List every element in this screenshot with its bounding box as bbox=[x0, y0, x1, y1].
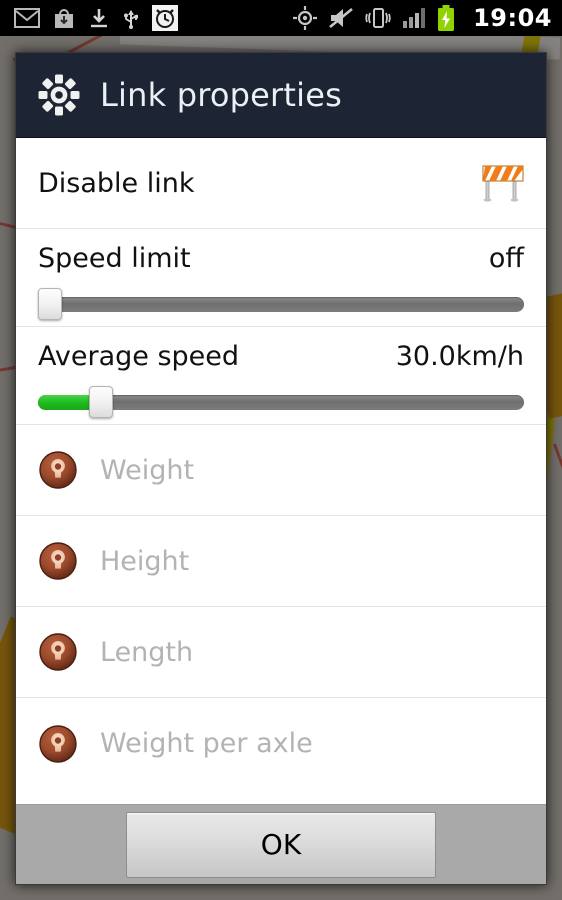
battery-charging-icon bbox=[438, 5, 455, 31]
status-bar-clock: 19:04 bbox=[473, 4, 552, 32]
gps-location-icon bbox=[293, 6, 318, 30]
restriction-bulb-icon bbox=[39, 724, 77, 763]
gmail-icon bbox=[14, 8, 40, 28]
status-bar: 19:04 bbox=[0, 0, 562, 36]
road-barricade-icon[interactable] bbox=[482, 164, 524, 202]
restriction-bulb-icon bbox=[39, 633, 77, 671]
row-height[interactable]: Height bbox=[16, 516, 546, 607]
height-label: Height bbox=[100, 545, 190, 577]
weight-per-axle-label: Weight per axle bbox=[100, 728, 313, 759]
dialog-body: Disable link Speed limit off Average spe… bbox=[16, 138, 546, 804]
speed-limit-slider[interactable] bbox=[38, 288, 524, 320]
gear-icon bbox=[38, 74, 80, 116]
speed-limit-value: off bbox=[488, 243, 524, 274]
row-weight[interactable]: Weight bbox=[16, 425, 546, 516]
speed-limit-label: Speed limit bbox=[38, 243, 191, 274]
dialog-title: Link properties bbox=[100, 76, 342, 114]
restriction-bulb-icon bbox=[39, 451, 77, 489]
length-label: Length bbox=[100, 636, 194, 668]
average-speed-slider[interactable] bbox=[38, 386, 524, 418]
row-length[interactable]: Length bbox=[16, 607, 546, 698]
disable-link-label: Disable link bbox=[38, 167, 195, 199]
row-average-speed[interactable]: Average speed 30.0km/h bbox=[16, 327, 546, 425]
dialog-footer: OK bbox=[16, 804, 546, 884]
average-speed-value: 30.0km/h bbox=[395, 341, 524, 372]
link-properties-dialog: Link properties Disable link Speed limit… bbox=[15, 52, 547, 885]
volume-muted-icon bbox=[329, 7, 353, 29]
download-icon bbox=[91, 9, 107, 28]
alarm-clock-icon bbox=[152, 5, 178, 31]
average-speed-label: Average speed bbox=[38, 341, 240, 372]
play-store-download-icon bbox=[55, 9, 73, 28]
ok-button[interactable]: OK bbox=[126, 811, 436, 878]
row-weight-per-axle[interactable]: Weight per axle bbox=[16, 698, 546, 789]
row-speed-limit[interactable]: Speed limit off bbox=[16, 229, 546, 327]
speed-limit-thumb[interactable] bbox=[38, 288, 62, 320]
speed-limit-track[interactable] bbox=[38, 297, 524, 312]
average-speed-thumb[interactable] bbox=[89, 386, 114, 418]
usb-icon bbox=[124, 10, 138, 29]
device-screen: 19:04 Link properties Disable link Speed… bbox=[0, 0, 562, 900]
dialog-title-bar: Link properties bbox=[16, 53, 546, 138]
weight-label: Weight bbox=[100, 454, 195, 486]
signal-bars-icon bbox=[403, 8, 426, 28]
restriction-bulb-icon bbox=[39, 542, 77, 580]
row-disable-link[interactable]: Disable link bbox=[16, 138, 546, 229]
status-bar-left-icons bbox=[14, 5, 178, 31]
status-bar-right-icons: 19:04 bbox=[293, 4, 552, 32]
vibrate-icon bbox=[365, 8, 391, 28]
